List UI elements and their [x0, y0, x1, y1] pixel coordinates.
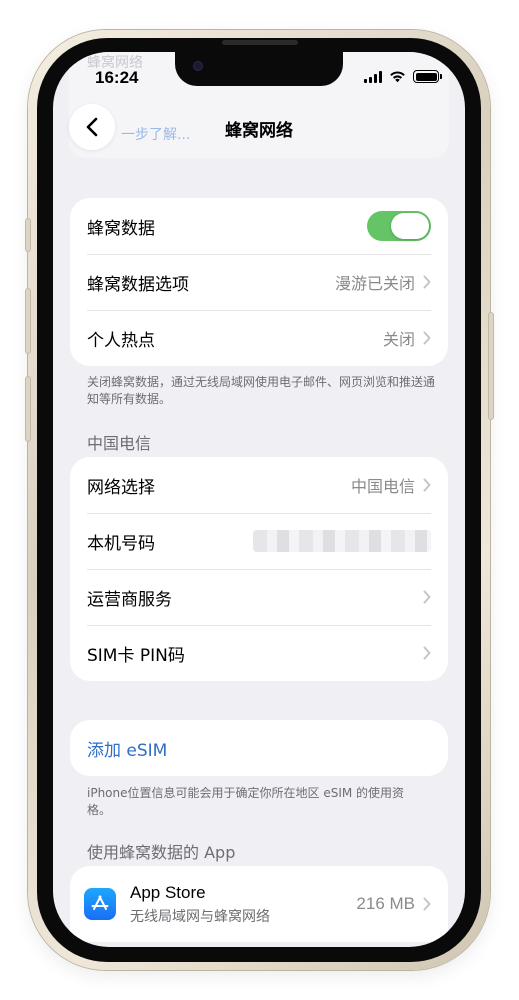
page-title: 蜂窝网络 [225, 121, 293, 141]
chevron-right-icon [423, 897, 431, 911]
mute-switch [25, 218, 31, 252]
apps-section-header: 使用蜂窝数据的 App [87, 843, 236, 862]
add-esim-button[interactable]: 添加 eSIM [87, 736, 167, 761]
phone-number-label: 本机号码 [87, 533, 155, 554]
sim-pin-label: SIM卡 PIN码 [87, 645, 185, 666]
chevron-right-icon [423, 646, 431, 660]
toggle-knob [391, 213, 429, 239]
esim-footnote: iPhone位置信息可能会用于确定你所在地区 eSIM 的使用资格。 [87, 786, 405, 817]
chevron-right-icon [423, 478, 431, 492]
volume-down-button [25, 376, 31, 442]
cellular-data-row: 蜂窝数据 [70, 198, 448, 254]
network-selection-label: 网络选择 [87, 477, 155, 498]
carrier-services-row[interactable]: 运营商服务 [70, 569, 448, 625]
add-esim-row[interactable]: 添加 eSIM [70, 720, 448, 776]
battery-icon [413, 70, 442, 83]
roaming-status-value: 漫游已关闭 [334, 274, 415, 293]
personal-hotspot-row[interactable]: 个人热点 关闭 [70, 310, 448, 366]
front-camera [193, 61, 203, 71]
phone-number-row[interactable]: 本机号码 [70, 513, 448, 569]
cellular-data-options-label: 蜂窝数据选项 [87, 274, 189, 295]
app-texts: App Store 无线局域网与蜂窝网络 [130, 883, 356, 926]
sim-pin-row[interactable]: SIM卡 PIN码 [70, 625, 448, 681]
earpiece-speaker [222, 40, 298, 45]
network-selection-value: 中国电信 [350, 477, 415, 496]
app-store-icon [84, 888, 116, 920]
esim-group: 添加 eSIM [70, 720, 448, 776]
volume-up-button [25, 288, 31, 354]
app-row[interactable]: App Store 无线局域网与蜂窝网络 216 MB [70, 866, 448, 942]
notch [175, 52, 343, 86]
hotspot-status-value: 关闭 [382, 330, 415, 349]
cellular-data-toggle[interactable] [367, 211, 431, 241]
signal-icon [364, 70, 382, 83]
cellular-data-options-row[interactable]: 蜂窝数据选项 漫游已关闭 [70, 254, 448, 310]
carrier-section-header: 中国电信 [87, 434, 152, 453]
phone-number-redacted [253, 530, 431, 552]
cellular-data-label: 蜂窝数据 [87, 218, 155, 239]
network-selection-row[interactable]: 网络选择 中国电信 [70, 457, 448, 513]
power-button [488, 312, 494, 420]
app-data-usage: 216 MB [356, 894, 415, 913]
wifi-icon [390, 71, 405, 83]
app-name: App Store [130, 882, 206, 902]
status-time: 16:24 [95, 68, 139, 87]
chevron-right-icon [423, 275, 431, 289]
cellular-settings-group: 蜂窝数据 蜂窝数据选项 漫游已关闭 个人热点 关闭 [70, 198, 448, 366]
app-network-type: 无线局域网与蜂窝网络 [130, 908, 270, 925]
carrier-settings-group: 网络选择 中国电信 本机号码 运营商服务 SIM卡 PIN码 [70, 457, 448, 681]
personal-hotspot-label: 个人热点 [87, 330, 155, 351]
cellular-footnote: 关闭蜂窝数据，通过无线局域网使用电子邮件、网页浏览和推送通知等所有数据。 [87, 375, 436, 406]
screen: 蜂窝网络 一步了解... 16:24 蜂窝网络 蜂窝数据 蜂窝数据选项 漫游已关… [53, 52, 465, 947]
status-icons [364, 70, 442, 83]
apps-group: App Store 无线局域网与蜂窝网络 216 MB [70, 866, 448, 942]
chevron-right-icon [423, 331, 431, 345]
chevron-right-icon [423, 590, 431, 604]
carrier-services-label: 运营商服务 [87, 589, 172, 610]
